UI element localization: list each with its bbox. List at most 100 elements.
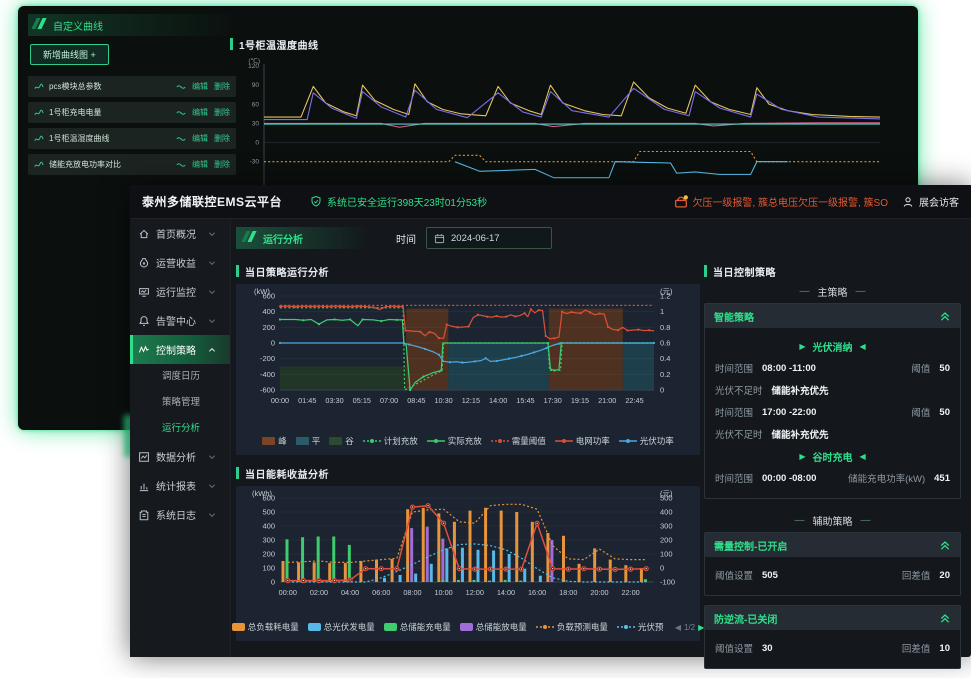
sidebar-item-analysis[interactable]: 数据分析 (130, 442, 230, 471)
rule-label: 回差值 (902, 641, 931, 655)
legend-label: 峰 (278, 435, 287, 447)
sidebar-item-strategy[interactable]: 控制策略 (130, 335, 230, 364)
rule-label: 阈值 (911, 361, 930, 375)
legend-swatch-icon (308, 623, 321, 631)
legend-item[interactable]: 负载预测电量 (536, 621, 608, 633)
legend-item[interactable]: 峰 (262, 435, 287, 447)
curve-list: pcs模块总参数编辑删除1号柜充电电量编辑删除1号柜温湿度曲线编辑删除储能充放电… (28, 76, 236, 175)
collapse-icon[interactable] (939, 540, 951, 551)
delete-button[interactable]: 删除 (214, 107, 230, 118)
alert-ticker[interactable]: 欠压一级报警, 簇总电压欠压一级报警, 簇SO (674, 194, 888, 209)
edit-button[interactable]: 编辑 (192, 81, 208, 92)
aux-card-title: 防逆流-已关闭 (714, 611, 939, 626)
legend-label: 总负载耗电量 (248, 621, 299, 633)
svg-text:-200: -200 (260, 354, 275, 363)
curve-list-item[interactable]: 1号柜充电电量编辑删除 (28, 102, 236, 123)
delete-button[interactable]: 删除 (214, 133, 230, 144)
chevron-down-icon (208, 317, 216, 325)
curve-list-item[interactable]: pcs模块总参数编辑删除 (28, 76, 236, 97)
aux-card-header[interactable]: 需量控制-已开启 (705, 533, 960, 557)
legend-item[interactable]: 平 (296, 435, 321, 447)
legend-swatch-icon (232, 623, 245, 631)
screen: 自定义曲线 新增曲线图 + pcs模块总参数编辑删除1号柜充电电量编辑删除1号柜… (0, 0, 971, 657)
legend-item[interactable]: 总储能充电量 (384, 621, 451, 633)
collapse-icon[interactable] (939, 613, 951, 624)
edit-button[interactable]: 编辑 (192, 159, 208, 170)
legend-item[interactable]: 谷 (329, 435, 354, 447)
sidebar-item-bell[interactable]: 告警中心 (130, 306, 230, 335)
legend-label: 平 (312, 435, 321, 447)
strategy-run-chart: 6004002000-200-400-6001.210.80.60.40.20(… (240, 286, 692, 426)
energy-revenue-chart: 60050040030020010005004003002001000-100(… (240, 488, 692, 612)
svg-text:400: 400 (262, 307, 275, 316)
smart-strategy-card: 智能策略 光伏消纳 时间范围08:00 -11:00阈值50光伏不足时储能补充优… (704, 303, 961, 499)
sidebar-item-report[interactable]: 统计报表 (130, 471, 230, 500)
curve-list-item[interactable]: 储能充放电功率对比编辑删除 (28, 154, 236, 175)
sidebar-subitem-item[interactable]: 策略管理 (130, 390, 230, 416)
chevron-down-icon (208, 453, 216, 461)
add-curve-button[interactable]: 新增曲线图 + (30, 44, 109, 65)
analysis-icon (138, 451, 150, 463)
energy-chart-panel: 60050040030020010005004003002001000-100(… (236, 486, 700, 641)
rule-value: 50 (939, 363, 950, 374)
legend-item[interactable]: 实际充放 (427, 435, 482, 447)
user-account[interactable]: 展会访客 (902, 194, 959, 209)
legend-item[interactable]: 需量阈值 (491, 435, 546, 447)
sidebar-item-home[interactable]: 首页概况 (130, 219, 230, 248)
monitor-icon (138, 286, 150, 298)
svg-text:08:45: 08:45 (407, 396, 425, 405)
sidebar-item-money[interactable]: 运营收益 (130, 248, 230, 277)
edit-button[interactable]: 编辑 (192, 133, 208, 144)
svg-text:10:00: 10:00 (434, 588, 452, 597)
collapse-icon[interactable] (939, 311, 951, 322)
curve-item-label: 1号柜温湿度曲线 (49, 133, 176, 144)
delete-button[interactable]: 删除 (214, 81, 230, 92)
strategy-chart-panel: 6004002000-200-400-6001.210.80.60.40.20(… (236, 284, 700, 455)
svg-text:0: 0 (271, 339, 275, 348)
svg-text:0: 0 (660, 386, 664, 395)
svg-text:00:00: 00:00 (271, 396, 289, 405)
strategy-chart-section-title: 当日策略运行分析 (236, 263, 700, 279)
sidebar-subitem-active[interactable]: 运行分析 (130, 416, 230, 442)
svg-text:12:15: 12:15 (462, 396, 480, 405)
legend-item[interactable]: 总储能放电量 (460, 621, 527, 633)
legend-label: 光伏功率 (640, 435, 674, 447)
home-icon (138, 228, 150, 240)
date-picker[interactable]: 2024-06-17 (426, 227, 552, 249)
pv-rule-cond-row: 光伏不足时储能补充优先 (715, 423, 950, 445)
svg-text:14:00: 14:00 (489, 396, 507, 405)
custom-curve-panel: 自定义曲线 新增曲线图 + pcs模块总参数编辑删除1号柜充电电量编辑删除1号柜… (28, 14, 236, 180)
aux-card-header[interactable]: 防逆流-已关闭 (705, 606, 960, 630)
sidebar-subitem-item[interactable]: 调度日历 (130, 364, 230, 390)
rule-value: 50 (939, 407, 950, 418)
tab-run-analysis[interactable]: 运行分析 (236, 227, 370, 249)
background-chart-title: 1号柜温湿度曲线 (230, 36, 908, 52)
title-bar-decoration (236, 265, 239, 277)
curve-list-item[interactable]: 1号柜温湿度曲线 编辑删除 (28, 128, 236, 149)
aux-strategy-card: 防逆流-已关闭阈值设置30回差值10 (704, 605, 961, 669)
svg-text:(元): (元) (660, 287, 673, 296)
legend-label: 谷 (345, 435, 354, 447)
legend-item[interactable]: 光伏预测电量 (617, 621, 664, 633)
curve-type-icon (176, 108, 186, 118)
legend-prev-icon[interactable]: ◀ (675, 623, 681, 632)
curve-type-icon (176, 82, 186, 92)
energy-chart-section-title: 当日能耗收益分析 (236, 465, 700, 481)
legend-item[interactable]: 总负载耗电量 (232, 621, 299, 633)
svg-text:21:00: 21:00 (598, 396, 616, 405)
aux-card-body: 阈值设置505回差值20 (705, 557, 960, 595)
legend-label: 电网功率 (576, 435, 610, 447)
legend-item[interactable]: 总光伏发电量 (308, 621, 375, 633)
sidebar-item-label: 运营收益 (156, 255, 208, 270)
legend-label: 实际充放 (448, 435, 482, 447)
sidebar-item-log[interactable]: 系统日志 (130, 500, 230, 529)
legend-item[interactable]: 电网功率 (555, 435, 610, 447)
delete-button[interactable]: 删除 (214, 159, 230, 170)
edit-button[interactable]: 编辑 (192, 107, 208, 118)
smart-strategy-card-header[interactable]: 智能策略 (705, 304, 960, 328)
sidebar-item-label: 告警中心 (156, 313, 208, 328)
legend-item[interactable]: 计划充放 (363, 435, 418, 447)
sidebar: 首页概况运营收益运行监控告警中心控制策略调度日历策略管理运行分析数据分析统计报表… (130, 219, 231, 657)
legend-item[interactable]: 光伏功率 (619, 435, 674, 447)
sidebar-item-monitor[interactable]: 运行监控 (130, 277, 230, 306)
